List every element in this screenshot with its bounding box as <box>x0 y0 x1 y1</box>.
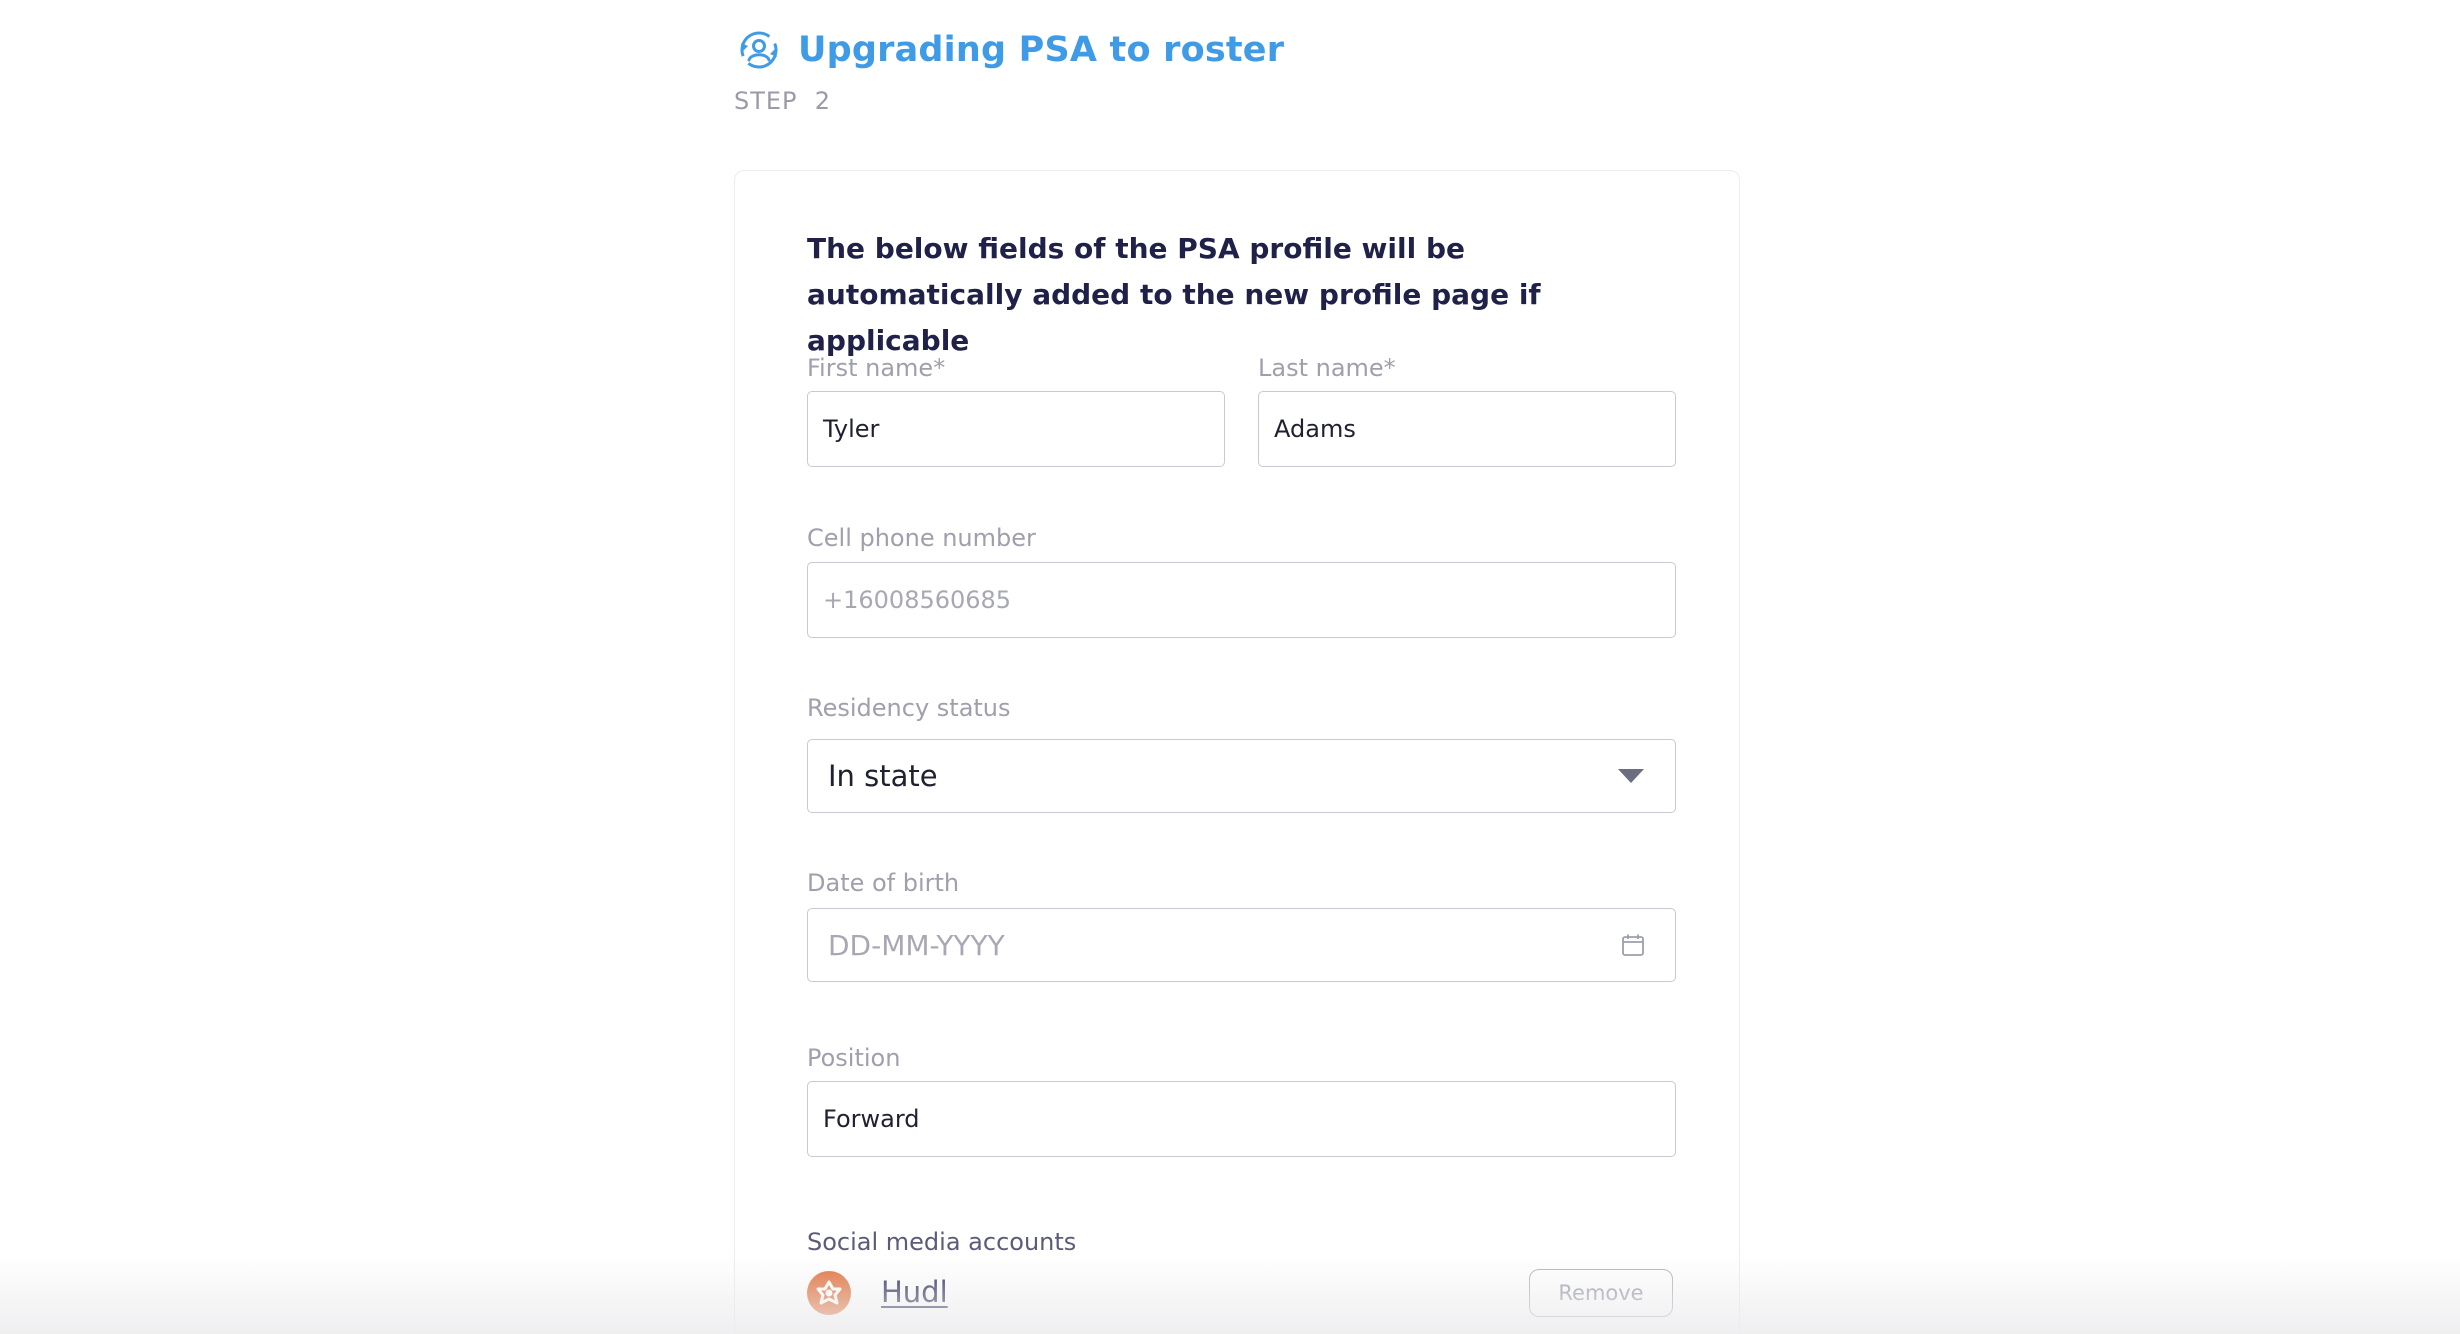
last-name-value: Adams <box>1274 415 1356 443</box>
step-label: STEP <box>734 87 798 115</box>
chevron-down-icon <box>1617 768 1645 784</box>
first-name-value: Tyler <box>823 415 880 443</box>
position-label: Position <box>807 1044 901 1072</box>
remove-hudl-button[interactable]: Remove <box>1529 1269 1673 1317</box>
step-number: 2 <box>814 87 832 115</box>
profile-card: The below fields of the PSA profile will… <box>734 170 1740 1334</box>
step-indicator: STEP 2 <box>734 87 831 115</box>
position-field[interactable]: Forward <box>807 1081 1676 1157</box>
page-header: Upgrading PSA to roster <box>734 22 1284 78</box>
residency-status-label: Residency status <box>807 694 1011 722</box>
user-sync-icon <box>734 25 784 75</box>
hudl-logo <box>807 1271 851 1315</box>
calendar-icon[interactable] <box>1621 933 1645 957</box>
dob-label: Date of birth <box>807 869 960 897</box>
social-media-label: Social media accounts <box>807 1228 1077 1256</box>
first-name-label: First name* <box>807 354 946 382</box>
social-account-row: Hudl Remove <box>807 1269 1673 1319</box>
page-title: Upgrading PSA to roster <box>798 30 1285 70</box>
residency-status-select[interactable]: In state <box>807 739 1676 813</box>
cell-phone-placeholder: +16008560685 <box>823 586 1012 614</box>
residency-status-value: In state <box>828 759 938 793</box>
hudl-link[interactable]: Hudl <box>881 1275 948 1309</box>
cell-phone-label: Cell phone number <box>807 524 1036 552</box>
last-name-field[interactable]: Adams <box>1258 391 1676 467</box>
dob-placeholder: DD-MM-YYYY <box>828 928 1005 962</box>
position-value: Forward <box>823 1105 920 1133</box>
cell-phone-field[interactable]: +16008560685 <box>807 562 1676 638</box>
card-intro-text: The below fields of the PSA profile will… <box>807 232 1541 357</box>
first-name-field[interactable]: Tyler <box>807 391 1225 467</box>
page: Upgrading PSA to roster STEP 2 The below… <box>0 0 2460 1334</box>
dob-field[interactable]: DD-MM-YYYY <box>807 908 1676 982</box>
last-name-label: Last name* <box>1258 354 1396 382</box>
